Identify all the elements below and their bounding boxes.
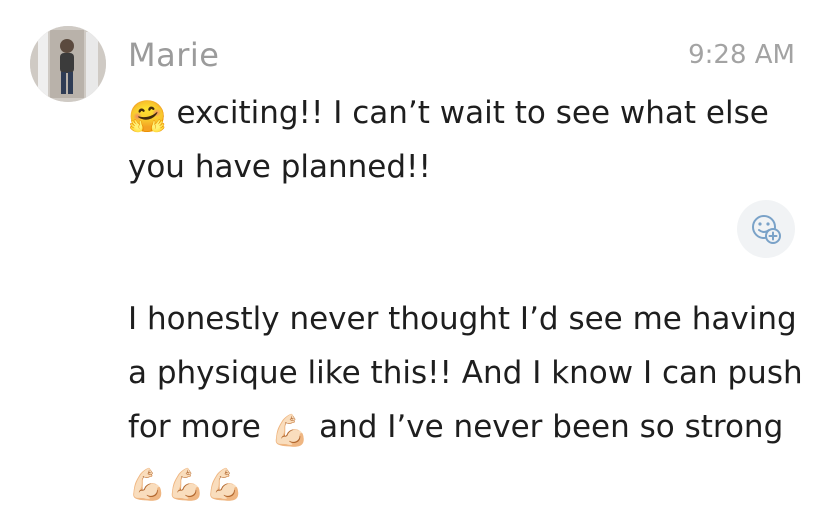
add-reaction-button[interactable] — [737, 200, 795, 258]
message-text: 🤗 exciting!! I can’t wait to see what el… — [128, 86, 808, 194]
flexed-biceps-emoji-group: 💪🏻💪🏻💪🏻 — [128, 467, 244, 503]
add-reaction-icon — [752, 215, 781, 244]
avatar[interactable] — [30, 26, 106, 102]
message-text-segment: and I’ve never been so strong — [309, 409, 784, 445]
hugging-face-emoji: 🤗 — [128, 99, 167, 135]
message-timestamp: 9:28 AM — [688, 40, 795, 70]
flexed-biceps-emoji: 💪🏻 — [270, 413, 310, 449]
sender-name: Marie — [128, 36, 220, 74]
message-text-segment: exciting!! I can’t wait to see what else… — [128, 95, 769, 185]
message-text: I honestly never thought I’d see me havi… — [128, 292, 808, 508]
user-photo-avatar-icon — [30, 26, 106, 102]
